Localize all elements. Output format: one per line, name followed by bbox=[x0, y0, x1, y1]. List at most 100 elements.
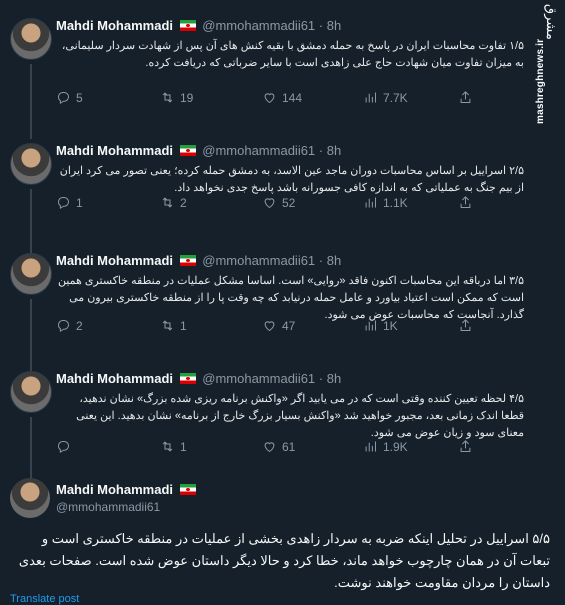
translate-post-link[interactable]: Translate post bbox=[10, 593, 79, 605]
tweet-header: Mahdi Mohammadi @mmohammadii61 · 8h bbox=[56, 143, 342, 158]
share-icon bbox=[460, 319, 471, 331]
like-icon bbox=[264, 198, 275, 209]
reply-icon bbox=[58, 441, 69, 454]
like-count: 47 bbox=[282, 318, 296, 333]
views-icon bbox=[365, 441, 376, 452]
iran-flag-icon bbox=[179, 145, 196, 156]
like-icon bbox=[264, 93, 275, 104]
reply-button[interactable]: 5 bbox=[56, 90, 83, 105]
author-name[interactable]: Mahdi Mohammadi bbox=[56, 371, 173, 386]
views-icon bbox=[365, 92, 376, 103]
reply-icon bbox=[58, 92, 69, 105]
tweet-header: Mahdi Mohammadi @mmohammadii61 · 8h bbox=[56, 371, 342, 386]
retweet-count: 2 bbox=[180, 195, 187, 210]
avatar-column bbox=[10, 371, 54, 501]
views-icon bbox=[365, 197, 376, 208]
retweet-count: 1 bbox=[180, 318, 187, 333]
avatar[interactable] bbox=[10, 253, 52, 295]
tweet-text: ۲/۵ اسراییل بر اساس محاسبات دوران ماجد ع… bbox=[59, 165, 524, 194]
avatar[interactable] bbox=[10, 143, 52, 185]
tweet-text: ۱/۵ تفاوت محاسبات ایران در پاسخ به حمله … bbox=[61, 40, 524, 69]
avatar[interactable] bbox=[10, 18, 52, 60]
share-button[interactable] bbox=[458, 318, 473, 333]
like-icon bbox=[264, 321, 275, 332]
author-handle[interactable]: @mmohammadii61 bbox=[202, 143, 315, 158]
tweet-2[interactable]: Mahdi Mohammadi @mmohammadii61 · 8h ۲/۵ … bbox=[0, 125, 530, 264]
tweet-time[interactable]: 8h bbox=[327, 371, 341, 386]
like-count: 52 bbox=[282, 195, 296, 210]
like-button[interactable]: 47 bbox=[262, 318, 295, 333]
tweet-time[interactable]: 8h bbox=[327, 143, 341, 158]
like-count: 61 bbox=[282, 439, 296, 454]
avatar-column bbox=[10, 18, 54, 139]
reply-button[interactable]: 2 bbox=[56, 318, 83, 333]
tweet-1-actions: 5 19 144 7.7K bbox=[56, 90, 476, 108]
reply-count: 5 bbox=[76, 90, 83, 105]
author-name-row: Mahdi Mohammadi bbox=[56, 482, 199, 497]
retweet-icon bbox=[162, 441, 173, 452]
avatar-column bbox=[10, 253, 54, 381]
iran-flag-icon bbox=[179, 255, 196, 266]
tweet-text: ۴/۵ لحظه تعیین کننده وقتی است که در می ی… bbox=[76, 393, 524, 439]
retweet-button[interactable]: 1 bbox=[160, 318, 187, 333]
like-button[interactable]: 61 bbox=[262, 439, 295, 454]
reply-icon bbox=[58, 197, 69, 210]
iran-flag-icon bbox=[179, 20, 196, 31]
share-icon bbox=[460, 196, 471, 208]
reply-button[interactable]: 1 bbox=[56, 195, 83, 210]
retweet-button[interactable]: 2 bbox=[160, 195, 187, 210]
like-icon bbox=[264, 442, 275, 453]
retweet-icon bbox=[162, 92, 173, 103]
reply-count: 2 bbox=[76, 318, 83, 333]
tweet-4-actions: 1 61 1.9K bbox=[56, 439, 476, 457]
share-icon bbox=[460, 440, 471, 452]
views-icon bbox=[365, 320, 376, 331]
like-button[interactable]: 52 bbox=[262, 195, 295, 210]
tweet-time[interactable]: 8h bbox=[327, 18, 341, 33]
reply-count: 1 bbox=[76, 195, 83, 210]
tweet-2-actions: 1 2 52 1.1K bbox=[56, 195, 476, 213]
views-count: 1.9K bbox=[383, 439, 408, 454]
retweet-count: 19 bbox=[180, 90, 194, 105]
reply-icon bbox=[58, 320, 69, 333]
views-count: 7.7K bbox=[383, 90, 408, 105]
views-button[interactable]: 1.9K bbox=[363, 439, 408, 454]
like-button[interactable]: 144 bbox=[262, 90, 302, 105]
like-count: 144 bbox=[282, 90, 303, 105]
retweet-button[interactable]: 19 bbox=[160, 90, 193, 105]
author-name[interactable]: Mahdi Mohammadi bbox=[56, 482, 173, 497]
author-name[interactable]: Mahdi Mohammadi bbox=[56, 143, 173, 158]
share-button[interactable] bbox=[458, 195, 473, 210]
site-watermark: mashreghnews.ir bbox=[535, 38, 546, 124]
author-handle[interactable]: @mmohammadii61 bbox=[202, 371, 315, 386]
author-name[interactable]: Mahdi Mohammadi bbox=[56, 253, 173, 268]
author-handle[interactable]: @mmohammadii61 bbox=[202, 253, 315, 268]
author-handle[interactable]: @mmohammadii61 bbox=[202, 18, 315, 33]
thread: Mahdi Mohammadi @mmohammadii61 · 8h ۱/۵ … bbox=[0, 0, 530, 501]
avatar[interactable] bbox=[10, 371, 52, 413]
retweet-button[interactable]: 1 bbox=[160, 439, 187, 454]
reply-button[interactable] bbox=[56, 439, 76, 454]
views-button[interactable]: 1K bbox=[363, 318, 398, 333]
avatar[interactable] bbox=[10, 478, 50, 518]
main-tweet-text: ۵/۵ اسراییل در تحلیل اینکه ضربه به سردار… bbox=[18, 531, 550, 590]
iran-flag-icon bbox=[179, 373, 196, 384]
share-button[interactable] bbox=[458, 439, 473, 454]
views-button[interactable]: 7.7K bbox=[363, 90, 408, 105]
author-handle[interactable]: @mmohammadii61 bbox=[56, 500, 160, 514]
tweet-header: Mahdi Mohammadi @mmohammadii61 · 8h bbox=[56, 18, 342, 33]
views-button[interactable]: 1.1K bbox=[363, 195, 408, 210]
iran-flag-icon bbox=[179, 484, 196, 495]
retweet-icon bbox=[162, 197, 173, 208]
tweet-text: ۳/۵ اما درباقه این محاسبات اکنون فاقد «ر… bbox=[57, 275, 524, 321]
avatar-column bbox=[10, 143, 54, 264]
share-button[interactable] bbox=[458, 90, 473, 105]
share-icon bbox=[460, 91, 471, 103]
author-name[interactable]: Mahdi Mohammadi bbox=[56, 18, 173, 33]
tweet-3-actions: 2 1 47 1K bbox=[56, 318, 476, 336]
views-count: 1K bbox=[383, 318, 398, 333]
tweet-header: Mahdi Mohammadi @mmohammadii61 · 8h bbox=[56, 253, 342, 268]
views-count: 1.1K bbox=[383, 195, 408, 210]
tweet-time[interactable]: 8h bbox=[327, 253, 341, 268]
retweet-icon bbox=[162, 320, 173, 331]
